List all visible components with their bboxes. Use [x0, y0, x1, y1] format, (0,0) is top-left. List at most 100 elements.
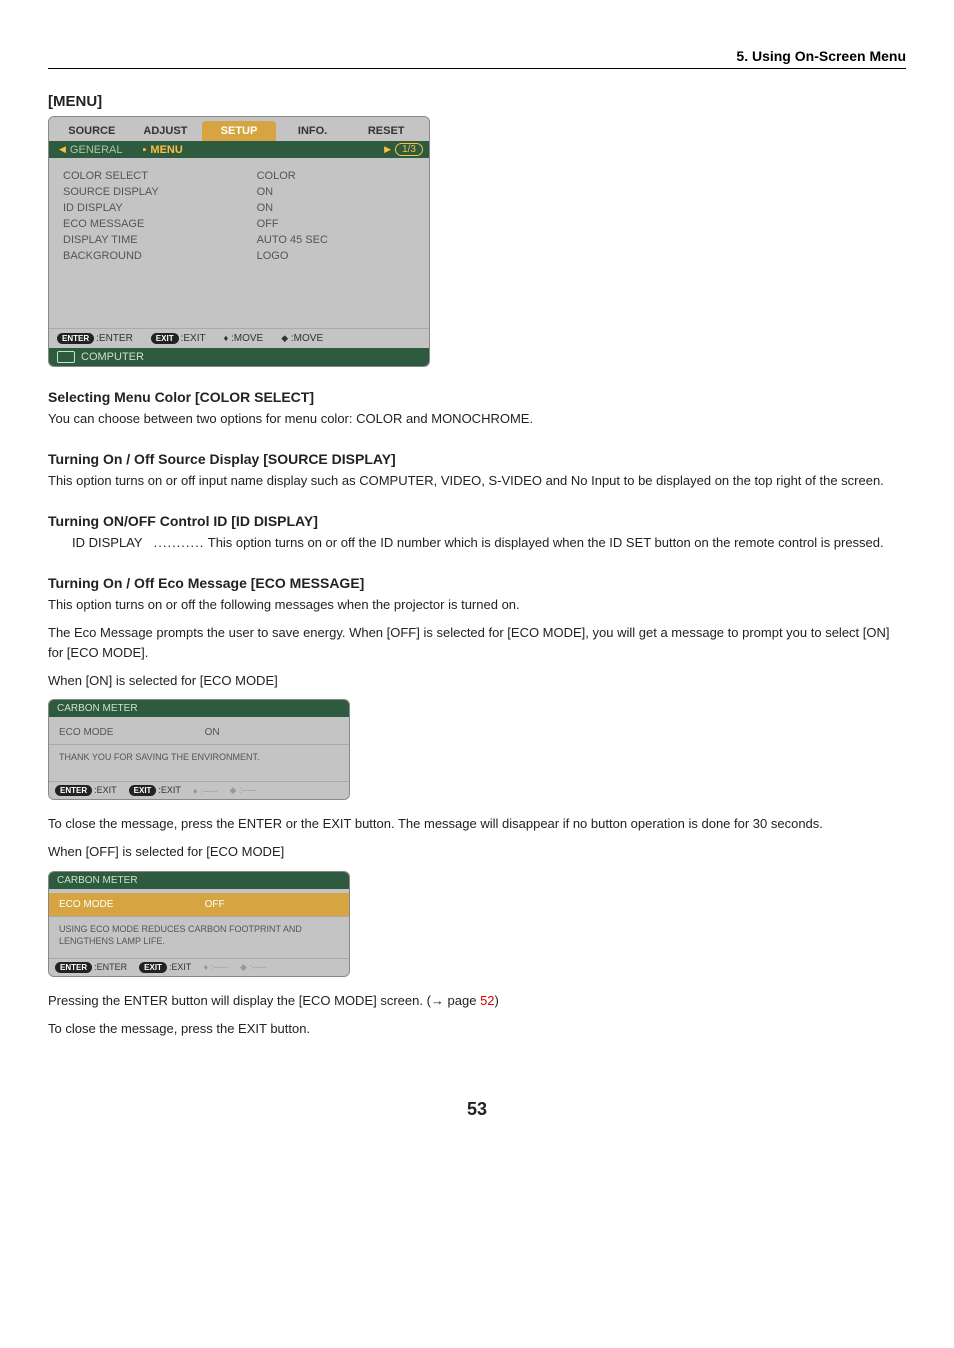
- text-frag: page: [444, 993, 480, 1008]
- osd-small-text: THANK YOU FOR SAVING THE ENVIRONMENT.: [49, 745, 349, 781]
- osd-small-row-label: ECO MODE: [59, 899, 205, 910]
- osd-row-label: ID DISPLAY: [63, 202, 257, 214]
- footer-exit-label: :EXIT: [169, 962, 192, 972]
- osd-small-row-label: ECO MODE: [59, 727, 205, 738]
- osd-small-title: CARBON METER: [49, 700, 349, 717]
- leftright-icon: ◆: [281, 333, 288, 343]
- osd-small-footer: ENTER:ENTER EXIT:EXIT ♦ :----- ◆ :-----: [49, 958, 349, 976]
- dot-icon: ▪: [143, 144, 151, 156]
- id-display-desc: This option turns on or off the ID numbe…: [208, 535, 884, 550]
- osd-row-label: BACKGROUND: [63, 250, 257, 262]
- osd-row-value: ON: [257, 186, 415, 198]
- footer-move1-label: :MOVE: [231, 333, 263, 344]
- page-link-52[interactable]: 52: [480, 993, 494, 1008]
- osd-sub-center: MENU: [150, 144, 380, 156]
- heading-color-select: Selecting Menu Color [COLOR SELECT]: [48, 389, 906, 405]
- updown-icon: ♦: [203, 962, 208, 972]
- footer-dash-label: :-----: [239, 785, 257, 795]
- footer-enter-label: :EXIT: [94, 785, 117, 795]
- footer-enter-label: :ENTER: [96, 333, 133, 344]
- para-eco-2: The Eco Message prompts the user to save…: [48, 623, 906, 663]
- footer-exit-label: :EXIT: [181, 333, 206, 344]
- triangle-left-icon: ◀: [55, 144, 70, 155]
- enter-pill-icon: ENTER: [55, 785, 92, 796]
- osd-page-indicator: 1/3: [395, 143, 423, 156]
- osd-row: ECO MESSAGEOFF: [63, 216, 415, 232]
- osd-row-label: SOURCE DISPLAY: [63, 186, 257, 198]
- footer-move-leftright: ◆ :MOVE: [281, 333, 323, 344]
- para-after-off-1: Pressing the ENTER button will display t…: [48, 991, 906, 1011]
- osd-row-value: LOGO: [257, 250, 415, 262]
- footer-move-updown: ♦ :MOVE: [224, 333, 264, 344]
- osd-small-row: ECO MODE ON: [49, 721, 349, 745]
- heading-eco-message: Turning On / Off Eco Message [ECO MESSAG…: [48, 575, 906, 591]
- exit-pill-icon: EXIT: [129, 785, 157, 796]
- osd-subbar: ◀ GENERAL ▪ MENU ▶ 1/3: [49, 141, 429, 158]
- osd-tab-adjust: ADJUST: [129, 121, 203, 141]
- osd-row-value: AUTO 45 SEC: [257, 234, 415, 246]
- osd-row-label: DISPLAY TIME: [63, 234, 257, 246]
- footer-enter: ENTER:EXIT: [55, 785, 117, 796]
- osd-carbon-meter-on: CARBON METER ECO MODE ON THANK YOU FOR S…: [48, 699, 350, 800]
- text-frag: Pressing the ENTER button will display t…: [48, 993, 431, 1008]
- osd-small-row-value: OFF: [205, 899, 225, 910]
- label-when-on: When [ON] is selected for [ECO MODE]: [48, 671, 906, 691]
- osd-status-bar: COMPUTER: [49, 348, 429, 366]
- osd-tab-info: INFO.: [276, 121, 350, 141]
- projector-icon: [57, 351, 75, 363]
- osd-small-row: ECO MODE OFF: [49, 893, 349, 917]
- footer-exit: EXIT:EXIT: [151, 333, 206, 344]
- footer-exit: EXIT:EXIT: [129, 785, 181, 796]
- osd-row-value: COLOR: [257, 170, 415, 182]
- footer-exit: EXIT:EXIT: [139, 962, 191, 973]
- osd-row-value: ON: [257, 202, 415, 214]
- osd-row-label: COLOR SELECT: [63, 170, 257, 182]
- osd-menu-screenshot: SOURCE ADJUST SETUP INFO. RESET ◀ GENERA…: [48, 116, 430, 367]
- osd-small-footer: ENTER:EXIT EXIT:EXIT ♦ :----- ◆ :-----: [49, 781, 349, 799]
- osd-row: DISPLAY TIMEAUTO 45 SEC: [63, 232, 415, 248]
- enter-pill-icon: ENTER: [55, 962, 92, 973]
- enter-pill-icon: ENTER: [57, 333, 94, 344]
- footer-enter: ENTER:ENTER: [57, 333, 133, 344]
- osd-row: COLOR SELECTCOLOR: [63, 168, 415, 184]
- footer-dash1: ♦ :-----: [193, 786, 218, 796]
- footer-dash2: ◆ :-----: [240, 962, 267, 973]
- exit-pill-icon: EXIT: [139, 962, 167, 973]
- footer-enter: ENTER:ENTER: [55, 962, 127, 973]
- footer-exit-label: :EXIT: [158, 785, 181, 795]
- osd-row-value: OFF: [257, 218, 415, 230]
- footer-dash1: ♦ :-----: [203, 962, 228, 972]
- triangle-right-icon: ▶: [380, 144, 395, 155]
- updown-icon: ♦: [224, 333, 229, 343]
- footer-dash-label: :-----: [200, 786, 218, 796]
- para-eco-1: This option turns on or off the followin…: [48, 595, 906, 615]
- osd-small-title: CARBON METER: [49, 872, 349, 889]
- osd-tab-setup: SETUP: [202, 121, 276, 141]
- osd-row: BACKGROUNDLOGO: [63, 248, 415, 264]
- footer-dash-label: :-----: [249, 962, 267, 972]
- para-color-select: You can choose between two options for m…: [48, 409, 906, 429]
- para-after-off-2: To close the message, press the EXIT but…: [48, 1019, 906, 1039]
- osd-tab-source: SOURCE: [55, 121, 129, 141]
- footer-dash2: ◆ :-----: [230, 785, 257, 796]
- heading-id-display: Turning ON/OFF Control ID [ID DISPLAY]: [48, 513, 906, 529]
- osd-row: SOURCE DISPLAYON: [63, 184, 415, 200]
- text-frag: ): [495, 993, 499, 1008]
- osd-tab-reset: RESET: [349, 121, 423, 141]
- leftright-icon: ◆: [240, 962, 247, 972]
- page-number: 53: [48, 1099, 906, 1120]
- heading-menu: [MENU]: [48, 93, 906, 110]
- footer-enter-label: :ENTER: [94, 962, 127, 972]
- osd-carbon-meter-off: CARBON METER ECO MODE OFF USING ECO MODE…: [48, 871, 350, 977]
- id-display-dots: ...........: [154, 535, 205, 550]
- updown-icon: ♦: [193, 786, 198, 796]
- osd-small-row-value: ON: [205, 727, 220, 738]
- id-display-definition: ID DISPLAY ........... This option turns…: [72, 533, 906, 553]
- para-after-on: To close the message, press the ENTER or…: [48, 814, 906, 834]
- para-source-display: This option turns on or off input name d…: [48, 471, 906, 491]
- arrow-right-icon: →: [431, 993, 444, 1008]
- osd-row: ID DISPLAYON: [63, 200, 415, 216]
- exit-pill-icon: EXIT: [151, 333, 179, 344]
- id-display-term: ID DISPLAY: [72, 533, 150, 553]
- osd-body: COLOR SELECTCOLOR SOURCE DISPLAYON ID DI…: [49, 158, 429, 328]
